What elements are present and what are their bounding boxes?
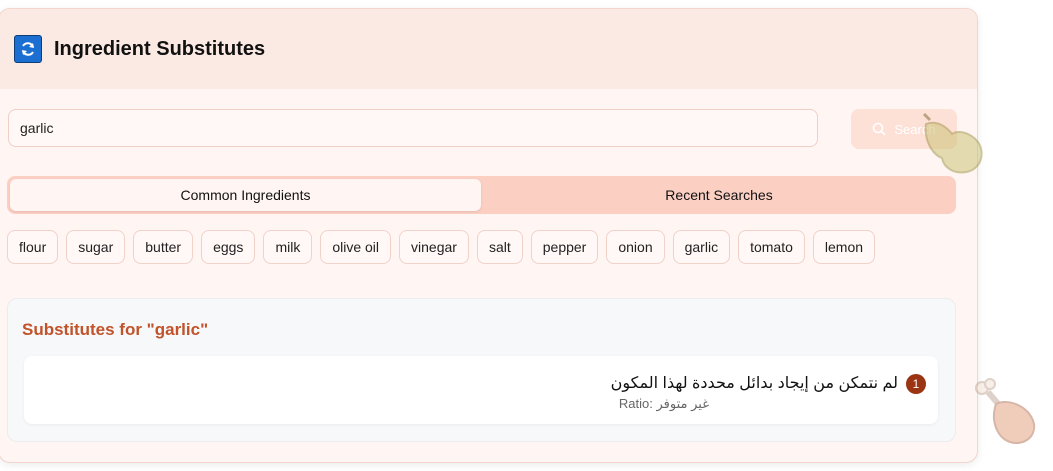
chip-tomato[interactable]: tomato: [738, 230, 805, 264]
results-title: Substitutes for "garlic": [22, 320, 209, 339]
chip-lemon[interactable]: lemon: [812, 230, 876, 264]
chip-eggs[interactable]: eggs: [201, 230, 256, 264]
ingredient-chips: flour sugar butter eggs milk olive oil v…: [7, 230, 876, 264]
pear-decoration-icon: [922, 112, 983, 174]
chip-olive-oil[interactable]: olive oil: [320, 230, 392, 264]
search-row: Search: [8, 109, 957, 149]
app-header: Ingredient Substitutes: [0, 9, 977, 89]
result-ratio: Ratio: غير متوفر: [619, 396, 709, 412]
chip-garlic[interactable]: garlic: [672, 230, 731, 264]
refresh-icon: [14, 35, 42, 63]
substitutes-card: Ingredient Substitutes Search Common Ing…: [0, 8, 978, 463]
search-input[interactable]: [8, 109, 818, 147]
results-panel: Substitutes for "garlic" 1 لم نتمكن من إ…: [7, 298, 956, 442]
chip-flour[interactable]: flour: [7, 230, 59, 264]
result-item: 1 لم نتمكن من إيجاد بدائل محددة لهذا الم…: [24, 356, 938, 424]
tab-recent-searches[interactable]: Recent Searches: [485, 179, 953, 211]
ratio-value: غير متوفر: [656, 396, 710, 411]
ratio-label: Ratio:: [618, 396, 653, 411]
chip-vinegar[interactable]: vinegar: [399, 230, 469, 264]
chip-butter[interactable]: butter: [133, 230, 194, 264]
drumstick-decoration-icon: [975, 378, 1036, 444]
chip-sugar[interactable]: sugar: [66, 230, 126, 264]
search-icon: [873, 122, 886, 136]
chip-milk[interactable]: milk: [263, 230, 313, 264]
chip-pepper[interactable]: pepper: [530, 230, 599, 264]
result-text: لم نتمكن من إيجاد بدائل محددة لهذا المكو…: [610, 375, 898, 392]
app-title: Ingredient Substitutes: [54, 37, 266, 60]
result-number-badge: 1: [906, 374, 926, 394]
tab-bar: Common Ingredients Recent Searches: [7, 176, 956, 214]
chip-salt[interactable]: salt: [476, 230, 523, 264]
tab-common-ingredients[interactable]: Common Ingredients: [10, 179, 481, 211]
chip-onion[interactable]: onion: [606, 230, 665, 264]
